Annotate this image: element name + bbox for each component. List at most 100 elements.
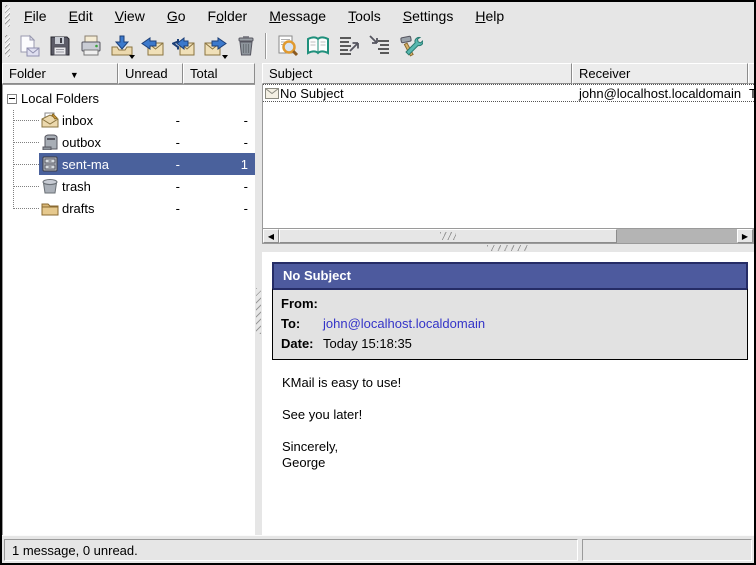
print-button[interactable]: [75, 31, 106, 62]
folder-name: inbox: [62, 113, 125, 128]
reply-button[interactable]: [137, 31, 168, 62]
column-header-date[interactable]: Date: [748, 63, 756, 84]
message-subject: No Subject: [280, 86, 344, 101]
tree-branch-line: [13, 110, 14, 209]
menu-message[interactable]: Message: [258, 5, 337, 27]
body-line: Sincerely,: [282, 439, 748, 455]
folder-row-inbox[interactable]: inbox - -: [3, 109, 255, 131]
folder-tree: Local Folders inbox - -: [2, 84, 255, 535]
menu-view[interactable]: View: [104, 5, 156, 27]
root-folder-label: Local Folders: [21, 91, 99, 106]
menu-file[interactable]: File: [13, 5, 58, 27]
status-message-count: 1 message, 0 unread.: [4, 539, 578, 561]
outbox-icon: [41, 134, 59, 150]
new-message-button[interactable]: [13, 31, 44, 62]
body-line: [282, 423, 748, 439]
sort-descending-icon: ▼: [70, 70, 79, 80]
folder-total-count: -: [187, 113, 255, 128]
collapse-expander-icon[interactable]: [7, 94, 17, 104]
main-area: Folder ▼ Unread Total Local Folders: [2, 63, 754, 535]
new-message-icon: [17, 34, 41, 58]
folder-unread-count: -: [125, 135, 187, 150]
reply-all-button[interactable]: [168, 31, 199, 62]
folder-row-sent-ma[interactable]: sent-ma - 1: [3, 153, 255, 175]
folder-total-count: 1: [187, 157, 255, 172]
horizontal-splitter-grip[interactable]: [487, 245, 529, 251]
message-list-header: Subject Receiver Date: [262, 63, 754, 84]
tools-button[interactable]: [395, 31, 426, 62]
folder-name: sent-ma: [62, 157, 125, 172]
menubar-drag-handle[interactable]: [5, 5, 10, 27]
message-header-box: No Subject From: To: john@localhost.loca…: [272, 262, 748, 360]
folder-row-trash[interactable]: trash - -: [3, 175, 255, 197]
folder-row-drafts[interactable]: drafts - -: [3, 197, 255, 219]
inbox-icon: [41, 112, 59, 128]
folder-total-count: -: [187, 201, 255, 216]
menu-settings[interactable]: Settings: [392, 5, 465, 27]
tree-branch-stub: [13, 164, 39, 165]
scrollbar-track[interactable]: [617, 229, 737, 243]
column-header-folder[interactable]: Folder ▼: [2, 63, 118, 84]
message-preview-pane: No Subject From: To: john@localhost.loca…: [262, 252, 754, 535]
column-header-unread[interactable]: Unread: [118, 63, 183, 84]
check-mail-dropdown-caret[interactable]: [129, 55, 135, 59]
preview-subject-bar: No Subject: [272, 262, 748, 288]
message-panel: Subject Receiver Date No Subject john@lo…: [262, 63, 754, 535]
message-row[interactable]: No Subject john@localhost.localdomain To…: [263, 84, 754, 102]
body-line: See you later!: [282, 407, 748, 423]
scrollbar-thumb[interactable]: [279, 229, 617, 243]
tree-branch-stub: [13, 142, 39, 143]
folder-unread-count: -: [125, 113, 187, 128]
apply-filters-button[interactable]: [364, 31, 395, 62]
horizontal-scrollbar[interactable]: ◀ ▶: [262, 228, 754, 244]
from-row: From:: [273, 294, 747, 314]
save-button[interactable]: [44, 31, 75, 62]
apply-filters-icon: [368, 34, 392, 58]
folder-name: trash: [62, 179, 125, 194]
folder-unread-count: -: [125, 157, 187, 172]
trash-button[interactable]: [230, 31, 261, 62]
folder-total-count: -: [187, 135, 255, 150]
scroll-left-arrow[interactable]: ◀: [263, 229, 279, 243]
toolbar-drag-handle[interactable]: [5, 35, 10, 57]
column-header-folder-label: Folder: [9, 66, 46, 81]
menu-tools[interactable]: Tools: [337, 5, 392, 27]
tree-root-local-folders[interactable]: Local Folders: [3, 88, 255, 109]
folder-row-outbox[interactable]: outbox - -: [3, 131, 255, 153]
horizontal-splitter[interactable]: [262, 244, 754, 252]
menu-folder[interactable]: Folder: [197, 5, 259, 27]
scroll-right-arrow[interactable]: ▶: [737, 229, 753, 243]
date-value: Today 15:18:35: [323, 336, 739, 352]
menu-go[interactable]: Go: [156, 5, 197, 27]
check-mail-button[interactable]: [106, 31, 137, 62]
address-book-button[interactable]: [302, 31, 333, 62]
create-filter-icon: [337, 34, 361, 58]
tree-branch-stub: [13, 208, 39, 209]
to-row: To: john@localhost.localdomain: [273, 314, 747, 334]
column-header-subject[interactable]: Subject: [262, 63, 572, 84]
body-line: KMail is easy to use!: [282, 375, 748, 391]
vertical-splitter-grip[interactable]: [256, 288, 261, 334]
print-icon: [79, 34, 103, 58]
date-label: Date:: [281, 336, 323, 352]
sent-drawer-icon: [41, 156, 59, 172]
to-label: To:: [281, 316, 323, 332]
to-address-link[interactable]: john@localhost.localdomain: [323, 316, 739, 332]
forward-dropdown-caret[interactable]: [222, 55, 228, 59]
search-messages-button[interactable]: [271, 31, 302, 62]
message-receiver: john@localhost.localdomain: [573, 86, 749, 101]
column-header-total[interactable]: Total: [183, 63, 255, 84]
column-header-receiver[interactable]: Receiver: [572, 63, 748, 84]
folder-name: outbox: [62, 135, 125, 150]
search-messages-icon: [275, 34, 299, 58]
menu-help[interactable]: Help: [464, 5, 515, 27]
save-icon: [48, 34, 72, 58]
menu-edit[interactable]: Edit: [58, 5, 104, 27]
body-line: [282, 391, 748, 407]
from-value: [323, 296, 739, 312]
forward-button[interactable]: [199, 31, 230, 62]
create-filter-button[interactable]: [333, 31, 364, 62]
vertical-splitter[interactable]: [255, 63, 262, 535]
drafts-folder-icon: [41, 200, 59, 216]
message-body: KMail is easy to use! See you later! Sin…: [282, 375, 748, 471]
